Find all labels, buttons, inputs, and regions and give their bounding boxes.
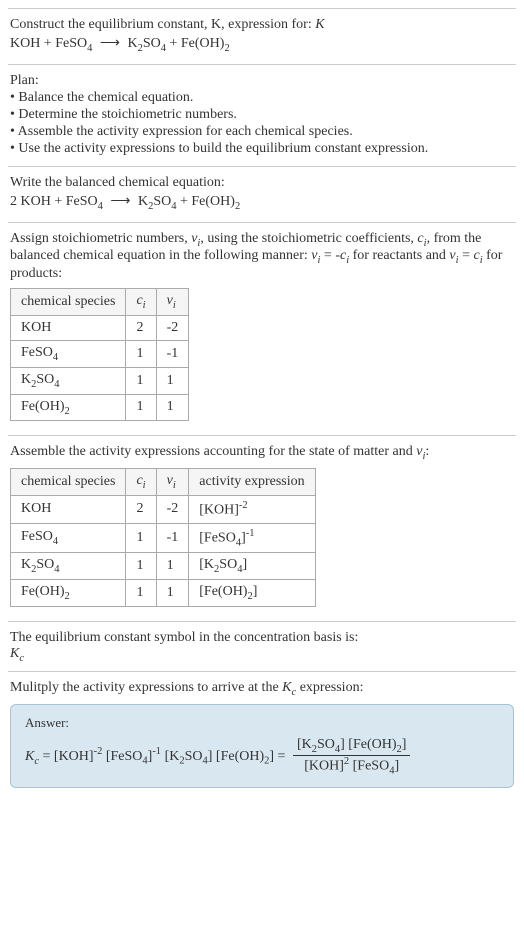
cell-c: 2 [126,495,156,523]
symbol-kc: Kc [10,646,514,664]
balanced-title: Write the balanced chemical equation: [10,175,514,191]
text: for reactants and [349,248,449,263]
header-section: Construct the equilibrium constant, K, e… [8,8,516,64]
activity-section: Assemble the activity expressions accoun… [8,435,516,620]
balanced-section: Write the balanced chemical equation: 2 … [8,166,516,222]
cell-expr: [K2SO4] [189,553,315,580]
cell-nu: 1 [156,579,189,606]
col-header: activity expression [189,469,315,496]
balanced-equation: 2 KOH + FeSO4 ⟶ K2SO4 + Fe(OH)2 [10,193,514,212]
plan-item: • Assemble the activity expression for e… [10,124,514,140]
table-row: KOH 2 -2 [11,315,189,340]
answer-label: Answer: [25,715,499,731]
cell-c: 1 [126,523,156,552]
multiply-section: Mulitply the activity expressions to arr… [8,671,516,795]
table-row: K2SO4 1 1 [11,367,189,394]
plan-title: Plan: [10,73,514,89]
cell-nu: -1 [156,340,189,367]
answer-equation: Kc = [KOH]-2 [FeSO4]-1 [K2SO4] [Fe(OH)2]… [25,737,499,776]
cell-expr: [Fe(OH)2] [189,579,315,606]
cell-species: Fe(OH)2 [11,394,126,421]
answer-box: Answer: Kc = [KOH]-2 [FeSO4]-1 [K2SO4] [… [10,704,514,787]
symbol-line1: The equilibrium constant symbol in the c… [10,630,514,646]
cell-c: 1 [126,394,156,421]
cell-c: 2 [126,315,156,340]
cell-species: K2SO4 [11,553,126,580]
stoich-intro: Assign stoichiometric numbers, νi, using… [10,231,514,283]
table-row: Fe(OH)2 1 1 [Fe(OH)2] [11,579,316,606]
text: expression: [296,680,363,695]
cell-species: FeSO4 [11,523,126,552]
cell-c: 1 [126,367,156,394]
text: , using the stoichiometric coefficients, [200,231,417,246]
col-header: νi [156,469,189,496]
table-header-row: chemical species ci νi [11,289,189,316]
cell-c: 1 [126,340,156,367]
cell-species: K2SO4 [11,367,126,394]
text: Mulitply the activity expressions to arr… [10,680,282,695]
cell-species: FeSO4 [11,340,126,367]
table-header-row: chemical species ci νi activity expressi… [11,469,316,496]
col-header: ci [126,289,156,316]
stoich-table: chemical species ci νi KOH 2 -2 FeSO4 1 … [10,288,189,421]
cell-nu: -2 [156,315,189,340]
col-header: chemical species [11,469,126,496]
cell-species: KOH [11,495,126,523]
text: Assign stoichiometric numbers, [10,231,191,246]
table-row: FeSO4 1 -1 [FeSO4]-1 [11,523,316,552]
cell-species: Fe(OH)2 [11,579,126,606]
cell-nu: 1 [156,394,189,421]
activity-table: chemical species ci νi activity expressi… [10,468,316,607]
header-line1: Construct the equilibrium constant, K, e… [10,17,514,33]
unbalanced-equation: KOH + FeSO4 ⟶ K2SO4 + Fe(OH)2 [10,35,514,54]
plan-item: • Use the activity expressions to build … [10,141,514,157]
cell-c: 1 [126,553,156,580]
col-header: chemical species [11,289,126,316]
cell-expr: [KOH]-2 [189,495,315,523]
plan-section: Plan: • Balance the chemical equation. •… [8,64,516,166]
cell-nu: -2 [156,495,189,523]
cell-species: KOH [11,315,126,340]
plan-item: • Balance the chemical equation. [10,90,514,106]
text: Assemble the activity expressions accoun… [10,444,416,459]
cell-nu: 1 [156,553,189,580]
cell-expr: [FeSO4]-1 [189,523,315,552]
cell-c: 1 [126,579,156,606]
col-header: ci [126,469,156,496]
activity-intro: Assemble the activity expressions accoun… [10,444,514,462]
symbol-section: The equilibrium constant symbol in the c… [8,621,516,672]
table-row: Fe(OH)2 1 1 [11,394,189,421]
plan-item: • Determine the stoichiometric numbers. [10,107,514,123]
cell-nu: -1 [156,523,189,552]
header-text: Construct the equilibrium constant, K, e… [10,17,312,32]
cell-nu: 1 [156,367,189,394]
multiply-text: Mulitply the activity expressions to arr… [10,680,514,698]
col-header: νi [156,289,189,316]
stoich-section: Assign stoichiometric numbers, νi , using… [8,222,516,436]
text: : [425,444,429,459]
table-row: FeSO4 1 -1 [11,340,189,367]
table-row: KOH 2 -2 [KOH]-2 [11,495,316,523]
table-row: K2SO4 1 1 [K2SO4] [11,553,316,580]
